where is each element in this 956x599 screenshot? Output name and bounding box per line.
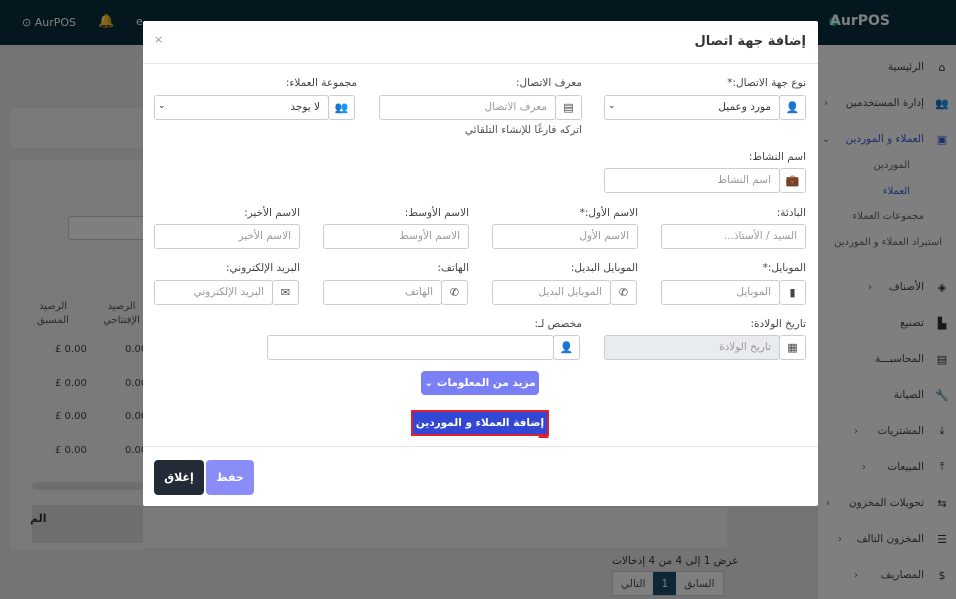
phone-icon: ✆ <box>610 280 637 305</box>
phone-icon: ✆ <box>441 280 468 305</box>
email-input[interactable]: البريد الإلكتروني <box>154 280 273 305</box>
chevron-down-icon: ⌄ <box>608 101 616 111</box>
save-button[interactable]: حفظ <box>206 460 254 495</box>
contact-id-hint: اتركه فارغًا للإنشاء التلقائي <box>464 124 582 136</box>
add-customers-suppliers-button[interactable]: إضافة العملاء و الموردين ⌄ <box>411 410 549 451</box>
contact-type-label: نوع جهة الاتصال:* <box>727 77 806 89</box>
assigned-to-label: مخصص لـ: <box>534 318 582 330</box>
business-name-label: اسم النشاط: <box>748 151 806 163</box>
prefix-label: البادئة: <box>776 207 806 219</box>
middle-name-input[interactable]: الاسم الأوسط <box>323 224 469 249</box>
mobile-label: الموبايل:* <box>762 262 806 274</box>
phone-input[interactable]: الهاتف <box>323 280 442 305</box>
contact-type-select[interactable]: مورد وعميل <box>604 95 780 120</box>
last-name-label: الاسم الأخير: <box>244 207 300 219</box>
close-icon[interactable]: × <box>154 33 163 46</box>
add-contact-modal: إضافة جهة اتصال × نوع جهة الاتصال:* 👤 مو… <box>143 21 818 506</box>
more-info-label: مزيد من المعلومات <box>436 377 536 389</box>
dob-label: تاريخ الولادة: <box>750 318 806 330</box>
phone-label: الهاتف: <box>437 262 470 274</box>
envelope-icon: ✉ <box>272 280 299 305</box>
mobile-icon: ▮ <box>779 280 806 305</box>
customer-group-select[interactable]: لا يوجد <box>154 95 329 120</box>
close-button[interactable]: إغلاق <box>154 460 204 495</box>
users-icon: 👥 <box>328 95 355 120</box>
mobile-input[interactable]: الموبايل <box>661 280 780 305</box>
chevron-down-icon: ⌄ <box>158 101 166 111</box>
dob-input[interactable]: تاريخ الولادة <box>604 335 780 360</box>
user-icon: 👤 <box>553 335 580 360</box>
prefix-input[interactable]: السيد / الأستاذ... <box>661 224 806 249</box>
calendar-icon: ▦ <box>779 335 806 360</box>
modal-title: إضافة جهة اتصال <box>694 34 807 49</box>
last-name-input[interactable]: الاسم الأخير <box>154 224 300 249</box>
first-name-input[interactable]: الاسم الأول <box>492 224 638 249</box>
modal-footer-divider <box>143 446 818 447</box>
assigned-to-select[interactable] <box>267 335 554 360</box>
contact-id-input[interactable]: معرف الاتصال <box>379 95 556 120</box>
chevron-down-icon: ⌄ <box>424 377 434 389</box>
id-card-icon: ▤ <box>555 95 582 120</box>
contact-id-label: معرف الاتصال: <box>515 77 582 89</box>
middle-name-label: الاسم الأوسط: <box>404 207 469 219</box>
add-customers-label: إضافة العملاء و الموردين <box>415 417 545 429</box>
briefcase-icon: 💼 <box>779 168 806 193</box>
alt-mobile-label: الموبايل البديل: <box>570 262 638 274</box>
email-label: البريد الإلكتروني: <box>226 262 300 274</box>
first-name-label: الاسم الأول:* <box>579 207 638 219</box>
business-name-input[interactable]: اسم النشاط <box>604 168 780 193</box>
chevron-down-icon: ⌄ <box>475 439 485 451</box>
alt-mobile-input[interactable]: الموبايل البديل <box>492 280 611 305</box>
more-info-button[interactable]: مزيد من المعلومات ⌄ <box>421 371 539 395</box>
modal-header-divider <box>143 63 818 64</box>
customer-group-label: مجموعة العملاء: <box>285 77 357 89</box>
user-icon: 👤 <box>779 95 806 120</box>
